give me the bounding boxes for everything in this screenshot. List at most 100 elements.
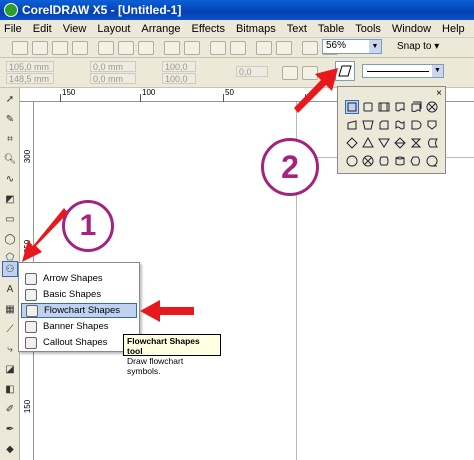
freehand-tool-icon[interactable]: ∿	[3, 172, 17, 186]
rotation-angle-field[interactable]: 0,0	[236, 66, 268, 77]
text-tool-icon[interactable]: A	[3, 282, 17, 296]
pick-tool-icon[interactable]: ➚	[3, 92, 17, 106]
snap-to-button[interactable]: Snap to ▾	[397, 41, 439, 52]
fill-tool-icon[interactable]: ◆	[3, 442, 17, 456]
menu-edit[interactable]: Edit	[33, 23, 52, 35]
flowchart-sequential-access-icon[interactable]	[426, 155, 438, 167]
ruler-label: 150	[62, 88, 76, 97]
flyout-item-flowchart-shapes[interactable]: Flowchart Shapes	[21, 303, 137, 318]
eyedropper-tool-icon[interactable]: ✐	[3, 402, 17, 416]
save-icon[interactable]	[52, 40, 68, 55]
flowchart-alternate-process-icon[interactable]	[362, 101, 374, 113]
flowchart-card-icon[interactable]	[378, 119, 390, 131]
close-icon[interactable]: ×	[436, 88, 442, 99]
flowchart-merge-icon[interactable]	[378, 137, 390, 149]
step-number: 2	[281, 148, 299, 185]
flowchart-stored-data-icon[interactable]	[426, 137, 438, 149]
menu-bitmaps[interactable]: Bitmaps	[236, 23, 276, 35]
cut-icon[interactable]	[98, 40, 114, 55]
export-icon[interactable]	[230, 40, 246, 55]
application-launcher-icon[interactable]	[256, 40, 272, 55]
step-number: 1	[79, 209, 97, 242]
scale-x-field[interactable]: 100,0	[162, 61, 196, 72]
menu-help[interactable]: Help	[442, 23, 465, 35]
copy-icon[interactable]	[118, 40, 134, 55]
menu-window[interactable]: Window	[392, 23, 431, 35]
menu-arrange[interactable]: Arrange	[141, 23, 180, 35]
flowchart-manual-operation-icon[interactable]	[362, 119, 374, 131]
table-tool-icon[interactable]: ▦	[3, 302, 17, 316]
connector-tool-icon[interactable]: ⤷	[3, 342, 17, 356]
flowchart-process-icon[interactable]	[345, 100, 359, 114]
flyout-item-label: Arrow Shapes	[43, 273, 103, 284]
flowchart-document-icon[interactable]	[394, 101, 406, 113]
flowchart-magnetic-disk-icon[interactable]	[394, 155, 406, 167]
full-screen-preview-icon[interactable]	[302, 40, 318, 55]
toolbox: ➚ ✎ ⌗ 🔍︎ ∿ ◩ ▭ ◯ ⬠ ⚇ A ▦ ⟋ ⤷ ◪ ◧ ✐ ✒ ◆	[0, 88, 20, 460]
coreldraw-app-icon	[4, 3, 18, 17]
flowchart-predefined-process-icon[interactable]	[378, 101, 390, 113]
redo-icon[interactable]	[184, 40, 200, 55]
width-field[interactable]: 0,0 mm	[90, 61, 136, 72]
perfect-shapes-tool-icon[interactable]: ⚇	[2, 261, 18, 277]
flowchart-off-page-connector-icon[interactable]	[426, 119, 438, 131]
flowchart-delay-icon[interactable]	[410, 119, 422, 131]
flowchart-multidocument-icon[interactable]	[410, 101, 422, 113]
flyout-item-label: Callout Shapes	[43, 337, 108, 348]
flowchart-sort-icon[interactable]	[394, 137, 406, 149]
flowchart-display-icon[interactable]	[410, 155, 422, 167]
basic-shapes-icon	[25, 288, 37, 301]
perfect-shapes-picker-button[interactable]	[335, 61, 355, 81]
undo-icon[interactable]	[164, 40, 180, 55]
flowchart-summing-junction-icon[interactable]	[362, 155, 374, 167]
print-icon[interactable]	[72, 40, 88, 55]
import-icon[interactable]	[210, 40, 226, 55]
paste-icon[interactable]	[138, 40, 154, 55]
shape-tool-icon[interactable]: ✎	[3, 112, 17, 126]
ellipse-tool-icon[interactable]: ◯	[3, 232, 17, 246]
scale-y-field[interactable]: 100,0	[162, 73, 196, 84]
dimension-tool-icon[interactable]: ⟋	[3, 322, 17, 336]
zoom-level-select[interactable]: 56% ▼	[322, 39, 382, 54]
flyout-item-banner-shapes[interactable]: Banner Shapes	[21, 319, 137, 334]
new-document-icon[interactable]	[12, 40, 28, 55]
flowchart-extract-icon[interactable]	[362, 137, 374, 149]
flowchart-direct-access-storage-icon[interactable]	[378, 155, 390, 167]
outline-style-select[interactable]: ▼	[362, 64, 444, 78]
zoom-tool-icon[interactable]: 🔍︎	[3, 152, 17, 166]
flowchart-collate-icon[interactable]	[410, 137, 422, 149]
flowchart-connector-icon[interactable]	[346, 155, 358, 167]
flowchart-manual-input-icon[interactable]	[346, 119, 358, 131]
menu-layout[interactable]: Layout	[97, 23, 130, 35]
menu-tools[interactable]: Tools	[355, 23, 381, 35]
flyout-item-arrow-shapes[interactable]: Arrow Shapes	[21, 271, 137, 286]
rectangle-tool-icon[interactable]: ▭	[3, 212, 17, 226]
flyout-item-label: Flowchart Shapes	[44, 305, 121, 316]
height-field[interactable]: 0,0 mm	[90, 73, 136, 84]
chevron-down-icon[interactable]: ▼	[432, 65, 443, 77]
crop-tool-icon[interactable]: ⌗	[3, 132, 17, 146]
flyout-item-callout-shapes[interactable]: Callout Shapes	[21, 335, 137, 350]
menu-effects[interactable]: Effects	[192, 23, 225, 35]
open-icon[interactable]	[32, 40, 48, 55]
welcome-screen-icon[interactable]	[276, 40, 292, 55]
flowchart-decision-icon[interactable]	[346, 137, 358, 149]
menu-view[interactable]: View	[63, 23, 87, 35]
flyout-item-basic-shapes[interactable]: Basic Shapes	[21, 287, 137, 302]
flowchart-or-icon[interactable]	[426, 101, 438, 113]
outline-pen-tool-icon[interactable]: ✒	[3, 422, 17, 436]
flowchart-punched-tape-icon[interactable]	[394, 119, 406, 131]
ruler-label: 300	[23, 149, 33, 164]
x-position-field[interactable]: 105,0 mm	[6, 61, 54, 72]
transparency-tool-icon[interactable]: ◧	[3, 382, 17, 396]
parallelogram-icon	[338, 65, 352, 77]
menu-file[interactable]: File	[4, 23, 22, 35]
tooltip-title: Flowchart Shapes tool	[127, 336, 200, 356]
chevron-down-icon[interactable]: ▼	[369, 40, 381, 53]
y-position-field[interactable]: 148,5 mm	[6, 73, 54, 84]
blend-tool-icon[interactable]: ◪	[3, 362, 17, 376]
menu-table[interactable]: Table	[318, 23, 344, 35]
smart-fill-tool-icon[interactable]: ◩	[3, 192, 17, 206]
callout-shapes-icon	[25, 336, 37, 349]
menu-text[interactable]: Text	[287, 23, 307, 35]
